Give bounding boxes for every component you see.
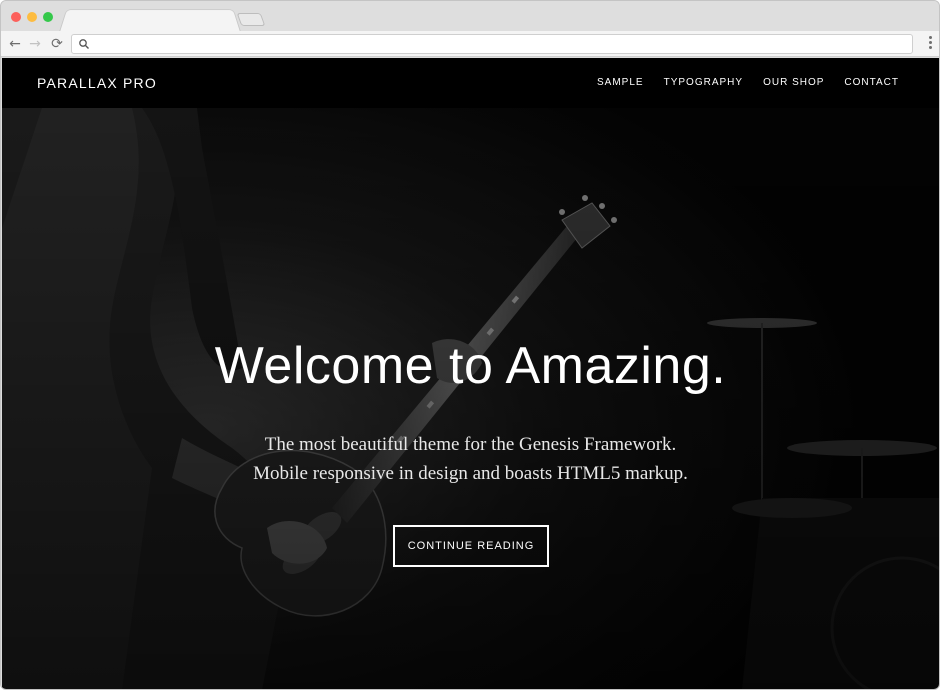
minimize-window-button[interactable] [27,12,37,22]
back-arrow-icon[interactable]: ← [7,35,23,53]
search-icon [79,39,89,49]
new-tab-button[interactable] [236,13,266,26]
hero-title: Welcome to Amazing. [214,337,727,395]
zoom-window-button[interactable] [43,12,53,22]
nav-item-sample[interactable]: SAMPLE [597,76,644,90]
reload-icon[interactable]: ⟳ [49,35,65,53]
hero-background-image [2,108,939,689]
site-header: PARALLAX PRO SAMPLE TYPOGRAPHY OUR SHOP … [2,58,939,108]
nav-item-typography[interactable]: TYPOGRAPHY [664,76,743,90]
address-bar[interactable] [71,34,913,54]
hero-description: The most beautiful theme for the Genesis… [2,430,939,488]
web-page: PARALLAX PRO SAMPLE TYPOGRAPHY OUR SHOP … [2,58,939,689]
continue-reading-button[interactable]: CONTINUE READING [393,525,549,567]
browser-window: ← → ⟳ PARALLAX PRO SAMPLE TYPOGRAPHY OUR… [0,0,940,690]
browser-toolbar: ← → ⟳ [1,31,939,57]
forward-arrow-icon[interactable]: → [27,35,43,53]
close-window-button[interactable] [11,12,21,22]
hero-section: Welcome to Amazing. The most beautiful t… [2,108,939,689]
nav-item-our-shop[interactable]: OUR SHOP [763,76,824,90]
nav-item-contact[interactable]: CONTACT [844,76,899,90]
tab-strip [1,1,939,33]
browser-tab[interactable] [59,9,241,33]
browser-menu-icon[interactable] [927,36,933,52]
site-title[interactable]: PARALLAX PRO [37,73,157,93]
main-navigation: SAMPLE TYPOGRAPHY OUR SHOP CONTACT [577,76,899,90]
hero-description-line-1: The most beautiful theme for the Genesis… [264,434,677,455]
hero-description-line-2: Mobile responsive in design and boasts H… [253,463,688,484]
